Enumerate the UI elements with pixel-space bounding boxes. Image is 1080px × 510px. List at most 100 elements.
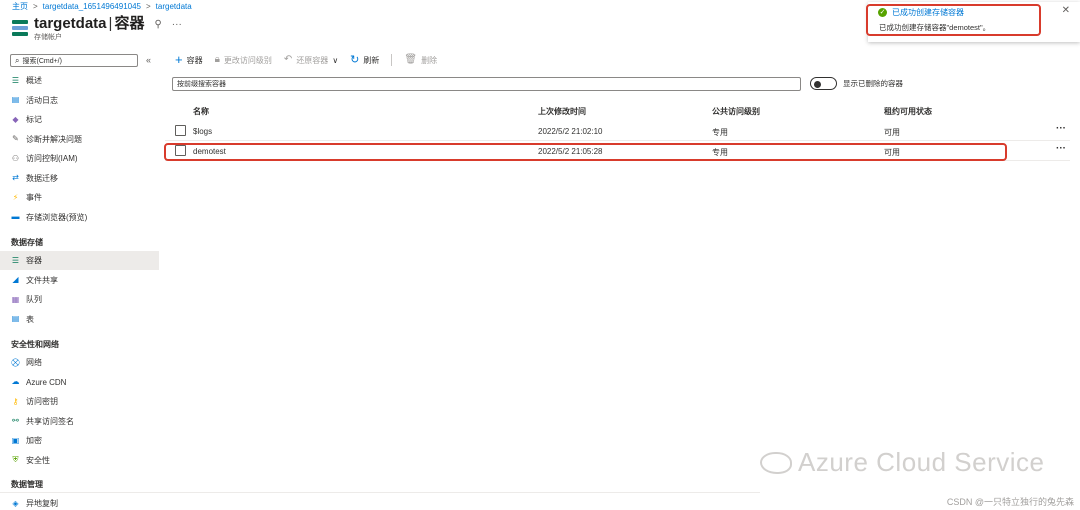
activity-log-icon: ▤ [11, 95, 20, 104]
storage-account-icon [12, 20, 28, 36]
row-more-icon[interactable]: ··· [1056, 143, 1066, 154]
sidebar-item[interactable]: ▣ 加密 [0, 431, 159, 450]
divider [0, 492, 760, 493]
cdn-cloud-icon: ☁ [11, 377, 20, 386]
breadcrumb-resource-group[interactable]: targetdata_1651496491045 [43, 2, 141, 11]
sidebar-item[interactable]: ⇄ 数据迁移 [0, 169, 159, 188]
modified-time: 2022/5/2 21:02:10 [538, 127, 603, 136]
sidebar-item-label: 数据迁移 [26, 173, 58, 183]
sidebar-item-label: 标记 [26, 115, 42, 124]
sidebar-item-label: 访问密钥 [26, 397, 58, 406]
collapse-sidebar-icon[interactable]: « [146, 55, 151, 65]
nav-group-security: 安全性和网络 [11, 340, 59, 349]
restore-containers-button[interactable]: ↶ 还原容器 ∨ [284, 55, 338, 66]
shield-icon: ⛨ [12, 455, 19, 464]
refresh-button[interactable]: ↻ 刷新 [350, 55, 379, 66]
show-deleted-containers-toggle-wrap: 显示已删除的容器 [810, 77, 903, 90]
modified-time: 2022/5/2 21:05:28 [538, 147, 603, 156]
sidebar-item-label: 表 [26, 314, 34, 324]
column-header-access[interactable]: 公共访问级别 [712, 106, 760, 117]
sidebar-item-label: 诊断并解决问题 [26, 134, 82, 144]
nav-group-data-management: 数据管理 [11, 480, 43, 489]
column-header-name[interactable]: 名称 [193, 106, 209, 117]
sidebar-item[interactable]: ☰ 概述 [0, 71, 159, 90]
sidebar-item[interactable]: ⚡ 事件 [0, 188, 159, 207]
column-header-lease[interactable]: 租约可用状态 [884, 106, 932, 117]
sidebar-item-label: 安全性 [26, 455, 50, 465]
close-icon[interactable]: ✕ [1062, 5, 1070, 16]
row-checkbox[interactable] [175, 145, 186, 156]
sidebar-item[interactable]: ▦ 队列 [0, 290, 159, 309]
page-subtitle: 存储帐户 [34, 34, 62, 41]
sidebar-item[interactable]: ◢ 文件共享 [0, 271, 159, 290]
sidebar-item[interactable]: ⚇ 访问控制(IAM) [0, 149, 159, 168]
csdn-watermark: CSDN @一只特立独行的兔先森 [946, 497, 1074, 507]
sidebar-item[interactable]: ✎ 诊断并解决问题 [0, 130, 159, 149]
sidebar-item[interactable]: ▤ 活动日志 [0, 91, 159, 110]
toolbar-divider [391, 54, 393, 66]
table-row[interactable]: demotest 2022/5/2 21:05:28 专用 可用 ··· [165, 142, 1070, 161]
network-icon: ⛒ [11, 357, 20, 367]
sidebar-item[interactable]: ⛒ 网络 [0, 353, 159, 372]
breadcrumb-separator: > [33, 1, 38, 11]
lease-state: 可用 [884, 148, 900, 157]
tag-icon: ◆ [12, 114, 19, 124]
sidebar-item[interactable]: ▤ 表 [0, 310, 159, 329]
sidebar-item-label: 加密 [26, 436, 42, 445]
nav-group-data-storage: 数据存储 [11, 238, 43, 247]
lightning-icon: ⚡ [12, 192, 19, 202]
container-name-link[interactable]: $logs [193, 127, 212, 136]
delete-button[interactable]: 🗑︎ 删除 [404, 55, 437, 66]
lock-icon: 🔒︎ [214, 54, 220, 65]
chevron-down-icon: ∨ [332, 55, 339, 65]
change-access-level-button[interactable]: 🔒︎ 更改访问级别 [215, 55, 272, 66]
page-header: targetdata | 容器 存储帐户 ⚲ ··· [12, 14, 182, 42]
sidebar-item[interactable]: ▬ 存储浏览器(预览) [0, 208, 159, 227]
sidebar-item[interactable]: ☁ Azure CDN [0, 373, 159, 392]
trash-icon: 🗑︎ [404, 54, 418, 65]
sidebar-item-label: 存储浏览器(预览) [26, 212, 88, 222]
folder-icon: ▬ [11, 212, 20, 221]
pin-icon[interactable]: ⚲ [154, 19, 161, 30]
breadcrumb: 主页 > targetdata_1651496491045 > targetda… [12, 0, 192, 12]
more-options-icon[interactable]: ··· [172, 19, 182, 30]
file-share-icon: ◢ [12, 275, 19, 284]
prefix-search-input[interactable]: 按前缀搜索容器 [172, 77, 801, 91]
show-deleted-containers-toggle[interactable] [810, 77, 837, 90]
row-more-icon[interactable]: ··· [1056, 123, 1066, 134]
plus-icon: + [175, 52, 183, 67]
sidebar-item[interactable]: ◆ 标记 [0, 110, 159, 129]
sidebar-item-label: Azure CDN [26, 377, 67, 387]
command-bar: + 容器 🔒︎ 更改访问级别 ↶ 还原容器 ∨ ↻ 刷新 🗑︎ 删除 [175, 52, 437, 68]
iam-icon: ⚇ [11, 153, 20, 163]
sidebar-item-label: 事件 [26, 193, 42, 202]
sidebar-item[interactable]: ⛨ 安全性 [0, 451, 159, 470]
sidebar-item[interactable]: ⚷ 访问密钥 [0, 392, 159, 411]
refresh-icon: ↻ [350, 54, 360, 66]
sidebar-item-label: 队列 [26, 295, 42, 304]
data-migration-icon: ⇄ [12, 173, 19, 182]
sidebar: ⌕ 搜索(Cmd+/) « ☰ 概述 ▤ 活动日志 ◆ 标记 ✎ 诊断并解决问题 ⚇ 访问控制(I… [0, 50, 159, 510]
notification-highlight-annotation [866, 4, 1041, 36]
table-row[interactable]: $logs 2022/5/2 21:02:10 专用 可用 ··· [165, 122, 1070, 141]
add-container-button[interactable]: + 容器 [175, 52, 203, 67]
page-title: targetdata | 容器 [34, 15, 145, 32]
row-checkbox[interactable] [175, 125, 186, 136]
sidebar-item[interactable]: ☰ 容器 [0, 251, 159, 270]
show-deleted-containers-label: 显示已删除的容器 [843, 79, 903, 88]
queue-icon: ▦ [11, 294, 20, 304]
sidebar-search-input[interactable]: ⌕ 搜索(Cmd+/) [10, 54, 138, 67]
breadcrumb-home[interactable]: 主页 [12, 1, 28, 12]
column-header-modified[interactable]: 上次修改时间 [538, 106, 586, 117]
table-icon: ▤ [11, 314, 20, 323]
container-name-link[interactable]: demotest [193, 147, 226, 156]
overview-icon: ☰ [11, 75, 20, 85]
sidebar-item-label: 概述 [26, 76, 42, 85]
breadcrumb-storage-account[interactable]: targetdata [156, 2, 192, 11]
sidebar-item[interactable]: ⚯ 共享访问签名 [0, 412, 159, 431]
wechat-logo-icon [760, 451, 792, 474]
sidebar-item[interactable]: ◈ 异地复制 [0, 494, 159, 510]
geo-replication-icon: ◈ [12, 498, 19, 508]
breadcrumb-separator: > [146, 1, 151, 11]
undo-icon: ↶ [283, 54, 293, 65]
